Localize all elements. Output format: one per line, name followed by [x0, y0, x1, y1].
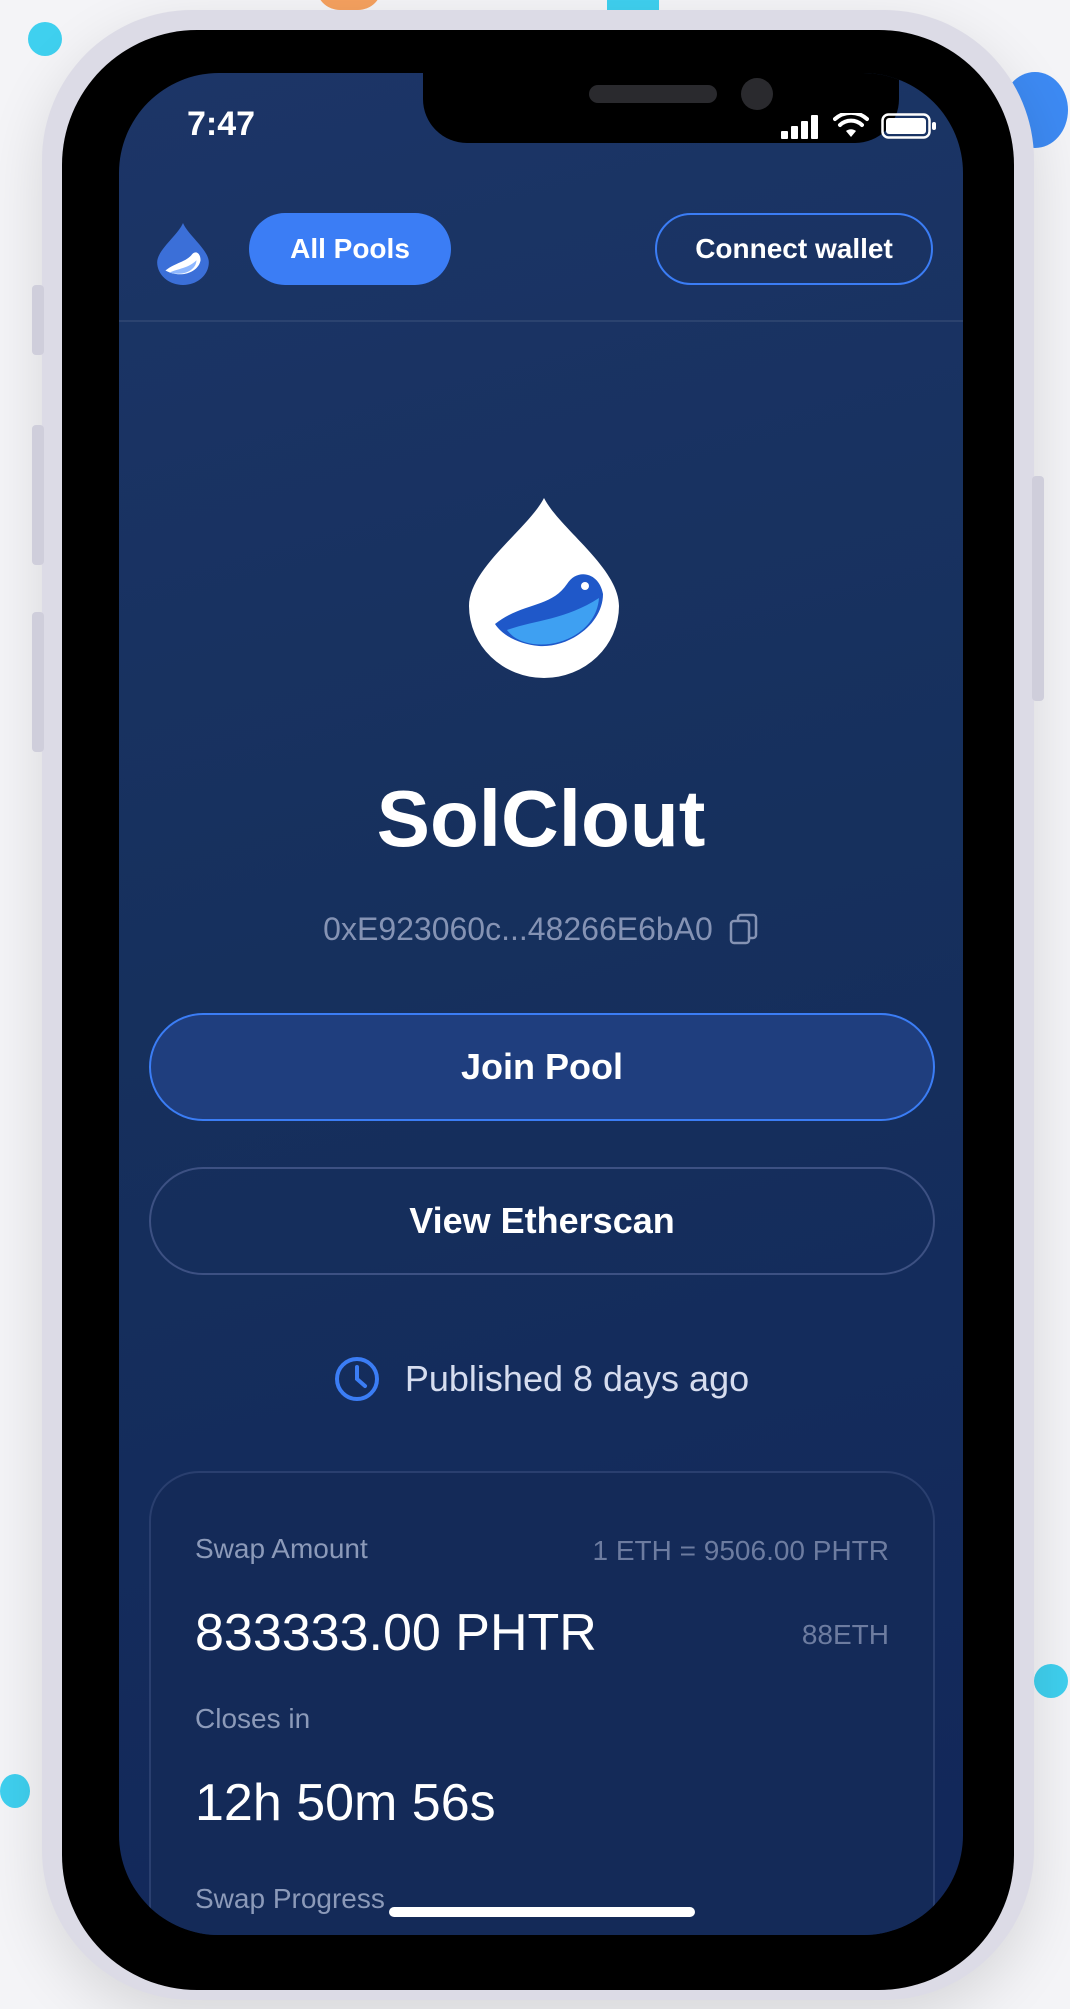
copy-icon[interactable]: [729, 913, 759, 947]
view-etherscan-button[interactable]: View Etherscan: [149, 1167, 935, 1275]
join-pool-button[interactable]: Join Pool: [149, 1013, 935, 1121]
decorative-dot: [316, 0, 382, 10]
swap-rate: 1 ETH = 9506.00 PHTR: [592, 1535, 889, 1566]
contract-address: 0xE923060c...48266E6bA0: [323, 911, 713, 947]
phone-side-button: [32, 285, 44, 355]
clock-icon: [334, 1357, 379, 1401]
decorative-dot: [607, 0, 659, 10]
connect-wallet-button[interactable]: Connect wallet: [655, 213, 933, 285]
header-divider: [119, 320, 963, 322]
published-row: Published 8 days ago: [119, 1355, 963, 1403]
decorative-dot: [28, 22, 62, 56]
published-date: Published 8 days ago: [404, 1358, 750, 1399]
closes-in-countdown: 12h 50m 56s: [195, 1774, 496, 1832]
address-row: 0xE923060c...48266E6bA0: [119, 911, 963, 948]
status-time: 7:47: [187, 105, 256, 143]
swap-progress-label: Swap Progress: [195, 1883, 385, 1914]
phone-side-button: [1032, 476, 1044, 701]
home-indicator[interactable]: [389, 1907, 695, 1917]
camera: [741, 78, 773, 110]
decorative-dot: [1034, 1664, 1068, 1698]
app-logo-icon[interactable]: [157, 223, 209, 285]
eth-amount: 88ETH: [801, 1619, 889, 1650]
closes-in-label: Closes in: [195, 1703, 311, 1734]
wifi-icon: [833, 113, 869, 137]
pool-logo-icon: [469, 498, 619, 678]
decorative-dot: [0, 1774, 30, 1808]
swap-amount-value: 833333.00 PHTR: [195, 1604, 597, 1662]
swap-amount-label: Swap Amount: [195, 1533, 368, 1564]
app-screen: 7:47 All Pools Connect wallet SolClout 0…: [119, 73, 963, 1935]
phone-side-button: [32, 425, 44, 565]
speaker: [589, 85, 717, 103]
battery-icon: [881, 113, 936, 139]
pool-name: SolClout: [376, 774, 706, 863]
signal-icon: [781, 115, 818, 139]
all-pools-button[interactable]: All Pools: [249, 213, 451, 285]
status-icons: [781, 113, 937, 139]
phone-side-button: [32, 612, 44, 752]
swap-info-card: Swap Amount 1 ETH = 9506.00 PHTR 833333.…: [149, 1471, 935, 1935]
